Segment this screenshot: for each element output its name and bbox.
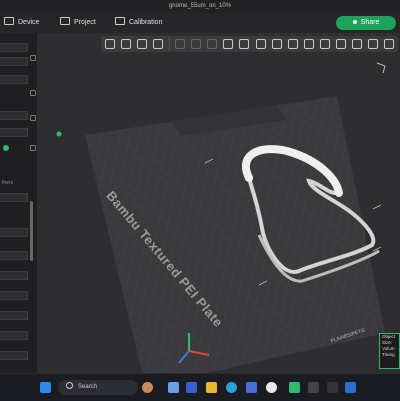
setting-field[interactable] (0, 228, 28, 237)
support-paint-icon[interactable] (336, 39, 346, 49)
move-icon[interactable] (256, 39, 266, 49)
layout-icon[interactable] (239, 39, 249, 49)
setting-field[interactable] (0, 43, 28, 52)
setting-field[interactable] (0, 331, 28, 340)
plate-grid (85, 96, 385, 373)
taskbar: Search (0, 373, 400, 401)
file-explorer-icon[interactable] (206, 382, 217, 393)
split-icon[interactable] (175, 39, 185, 49)
plate-corner-marker (376, 62, 386, 74)
store-icon[interactable] (246, 382, 257, 393)
task-view-icon[interactable] (168, 382, 179, 393)
app-icon-blue[interactable] (345, 382, 356, 393)
seam-paint-icon[interactable] (352, 39, 362, 49)
arrange-icon[interactable] (153, 39, 163, 49)
share-label: Share (360, 19, 380, 26)
add-plate-icon[interactable] (121, 39, 131, 49)
setting-field[interactable] (0, 351, 28, 360)
project-icon (60, 17, 70, 26)
setting-field[interactable] (0, 128, 28, 137)
settings-sidebar: thers (0, 33, 38, 373)
auto-orient-icon[interactable] (137, 39, 147, 49)
share-icon (352, 20, 357, 25)
share-button[interactable]: Share (336, 16, 396, 30)
chrome-icon[interactable] (266, 382, 277, 393)
window-title-bar: gnome_55um_on_10% (0, 0, 400, 13)
add-object-icon[interactable] (105, 39, 115, 49)
cut-icon[interactable] (320, 39, 330, 49)
browser-icon[interactable] (226, 382, 237, 393)
split-parts-icon[interactable] (191, 39, 201, 49)
window-title: gnome_55um_on_10% (168, 3, 232, 9)
nav-project[interactable]: Project (60, 13, 96, 33)
setting-field[interactable] (0, 311, 28, 320)
terminal-icon[interactable] (327, 382, 338, 393)
viewport-toolbar-right (250, 36, 398, 52)
scale-icon[interactable] (288, 39, 298, 49)
3d-viewport[interactable]: Bambu Textured PEI Plate PLA/ABS/PETG Ob… (37, 33, 400, 373)
settings-icon[interactable] (30, 90, 36, 96)
filament-color-swatch[interactable] (3, 145, 9, 151)
setting-field[interactable] (0, 251, 28, 260)
nav-device[interactable]: Device (4, 13, 39, 33)
nav-calibration-label: Calibration (129, 19, 163, 26)
device-icon (4, 17, 14, 26)
top-navigation: Device Project Calibration Share (0, 13, 400, 33)
setting-field[interactable] (0, 75, 28, 84)
nav-device-label: Device (18, 19, 40, 26)
setting-field[interactable] (0, 111, 28, 120)
search-icon (66, 381, 73, 389)
section-label: thers (2, 180, 14, 186)
setting-field[interactable] (0, 271, 28, 280)
app-icon[interactable] (308, 382, 319, 393)
viewport-toolbar (101, 36, 251, 52)
edge-icon[interactable] (186, 382, 197, 393)
start-icon[interactable] (40, 382, 51, 393)
variable-layer-icon[interactable] (207, 39, 217, 49)
setting-field[interactable] (0, 291, 28, 300)
edit-icon[interactable] (30, 115, 36, 121)
calibration-icon (115, 17, 125, 26)
taskbar-search[interactable]: Search (58, 380, 138, 395)
text-icon[interactable] (368, 39, 378, 49)
rotate-icon[interactable] (272, 39, 282, 49)
info-line: Triang (382, 352, 395, 357)
search-placeholder: Search (78, 384, 98, 390)
nav-project-label: Project (74, 19, 96, 26)
lay-on-face-icon[interactable] (304, 39, 314, 49)
origin-marker (56, 131, 62, 137)
measure-icon[interactable] (384, 39, 394, 49)
list-view-icon[interactable] (223, 39, 233, 49)
bambu-studio-icon[interactable] (289, 382, 300, 393)
edit-icon[interactable] (30, 55, 36, 61)
widget-icon[interactable] (142, 382, 153, 393)
settings-icon[interactable] (30, 145, 36, 151)
nav-calibration[interactable]: Calibration (115, 13, 162, 33)
setting-field[interactable] (0, 57, 28, 66)
sidebar-scrollbar[interactable] (30, 201, 33, 261)
setting-field[interactable] (0, 193, 28, 202)
object-info-panel: Object Size: Volum Triang (379, 333, 400, 369)
